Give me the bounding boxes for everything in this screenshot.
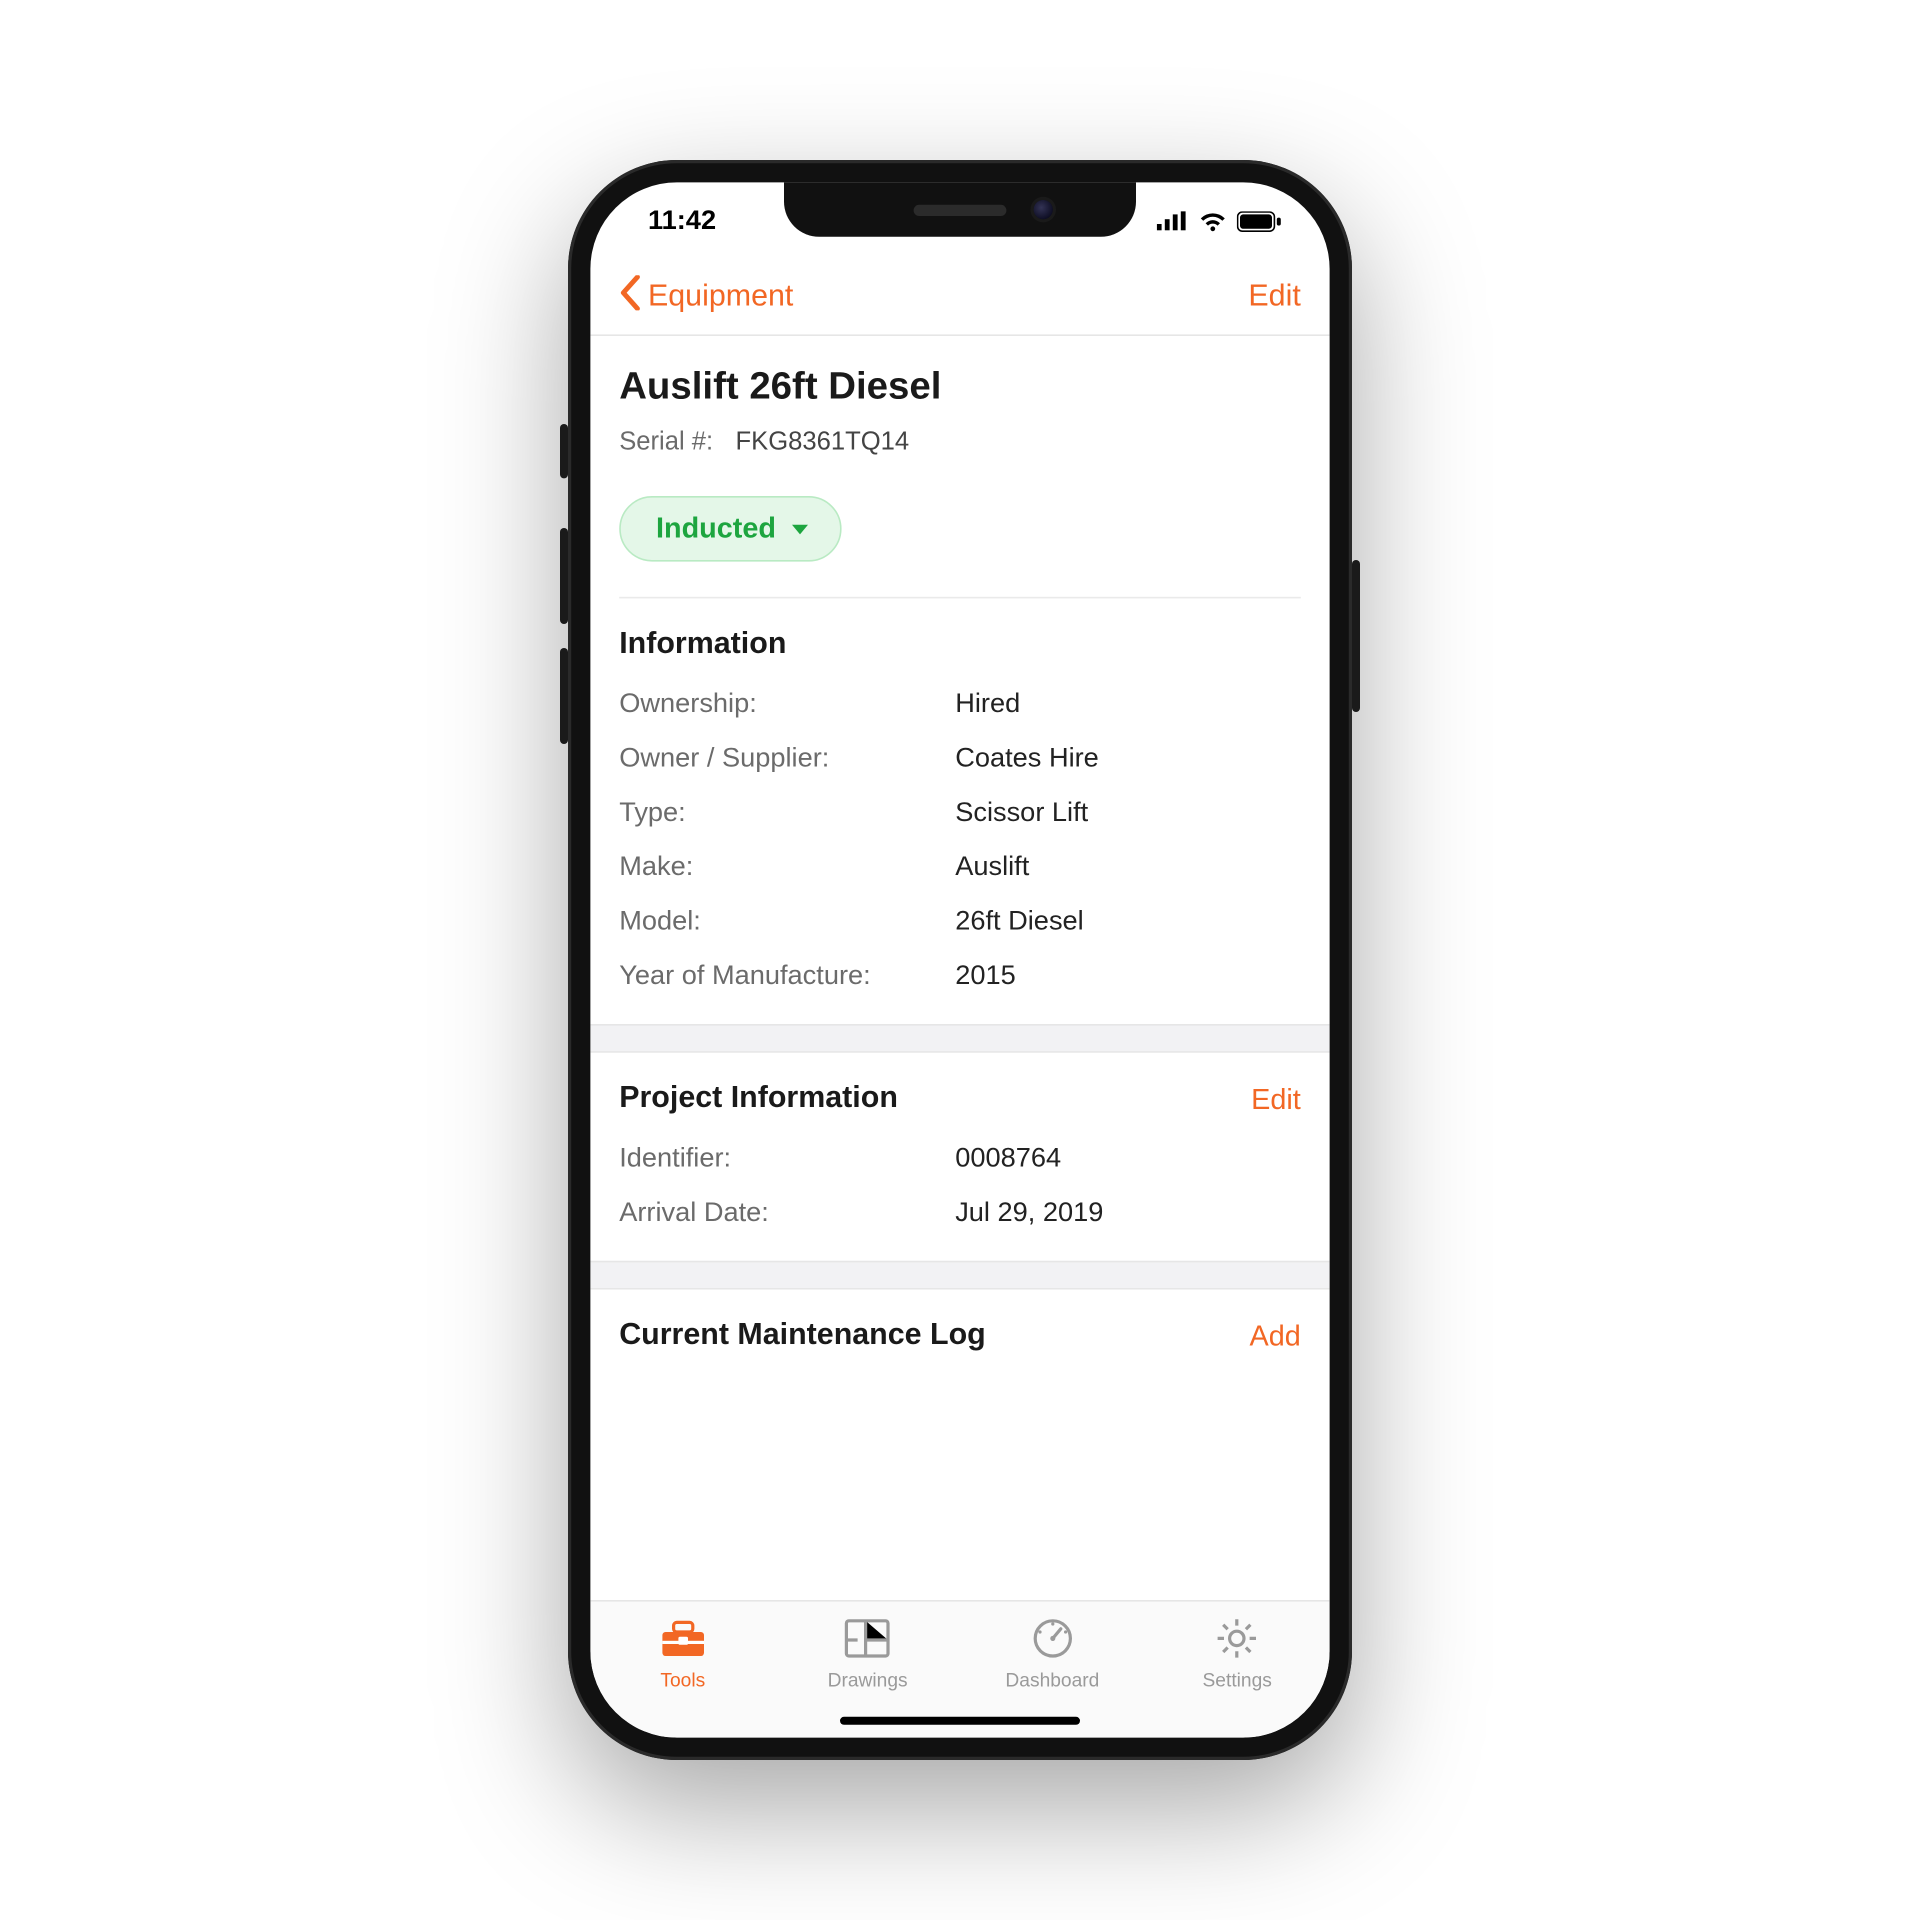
project-list: Identifier:0008764 Arrival Date:Jul 29, … — [619, 1142, 1301, 1228]
serial-label: Serial #: — [619, 429, 713, 458]
home-indicator[interactable] — [840, 1717, 1080, 1725]
tab-label: Settings — [1203, 1669, 1272, 1691]
gauge-icon — [1028, 1614, 1076, 1662]
info-row: Type:Scissor Lift — [619, 797, 1301, 829]
maintenance-heading: Current Maintenance Log — [619, 1318, 986, 1353]
tab-tools[interactable]: Tools — [590, 1614, 775, 1691]
tab-label: Drawings — [828, 1669, 908, 1691]
back-label: Equipment — [648, 279, 793, 314]
battery-icon — [1237, 210, 1282, 231]
gear-icon — [1215, 1614, 1260, 1662]
info-row: Year of Manufacture:2015 — [619, 960, 1301, 992]
status-dropdown[interactable]: Inducted — [619, 496, 841, 562]
nav-bar: Equipment Edit — [590, 259, 1329, 336]
chevron-down-icon — [792, 524, 808, 534]
wifi-icon — [1198, 210, 1227, 231]
info-row: Owner / Supplier:Coates Hire — [619, 742, 1301, 774]
project-edit-button[interactable]: Edit — [1251, 1082, 1301, 1116]
edit-button[interactable]: Edit — [1248, 279, 1300, 314]
info-row: Ownership:Hired — [619, 688, 1301, 720]
tab-label: Tools — [660, 1669, 705, 1691]
project-row: Identifier:0008764 — [619, 1142, 1301, 1174]
information-heading: Information — [619, 627, 1301, 662]
information-list: Ownership:Hired Owner / Supplier:Coates … — [619, 688, 1301, 992]
device-notch — [784, 182, 1136, 236]
back-button[interactable]: Equipment — [619, 274, 793, 320]
status-time: 11:42 — [648, 205, 716, 237]
status-label: Inducted — [656, 512, 776, 546]
floorplan-icon — [844, 1614, 892, 1662]
tab-drawings[interactable]: Drawings — [775, 1614, 960, 1691]
info-row: Make:Auslift — [619, 851, 1301, 883]
cellular-icon — [1157, 211, 1189, 230]
equipment-title: Auslift 26ft Diesel — [619, 365, 1301, 410]
chevron-left-icon — [619, 274, 641, 320]
toolbox-icon — [659, 1614, 707, 1662]
project-row: Arrival Date:Jul 29, 2019 — [619, 1197, 1301, 1229]
scroll-content[interactable]: Auslift 26ft Diesel Serial #: FKG8361TQ1… — [590, 336, 1329, 1600]
serial-row: Serial #: FKG8361TQ14 — [619, 429, 1301, 458]
info-row: Model:26ft Diesel — [619, 906, 1301, 938]
maintenance-add-button[interactable]: Add — [1250, 1319, 1301, 1353]
project-heading: Project Information — [619, 1082, 898, 1117]
serial-value: FKG8361TQ14 — [736, 429, 910, 458]
tab-settings[interactable]: Settings — [1145, 1614, 1330, 1691]
tab-label: Dashboard — [1005, 1669, 1099, 1691]
phone-frame: 11:42 Equipment Edit — [568, 160, 1352, 1760]
tab-dashboard[interactable]: Dashboard — [960, 1614, 1145, 1691]
